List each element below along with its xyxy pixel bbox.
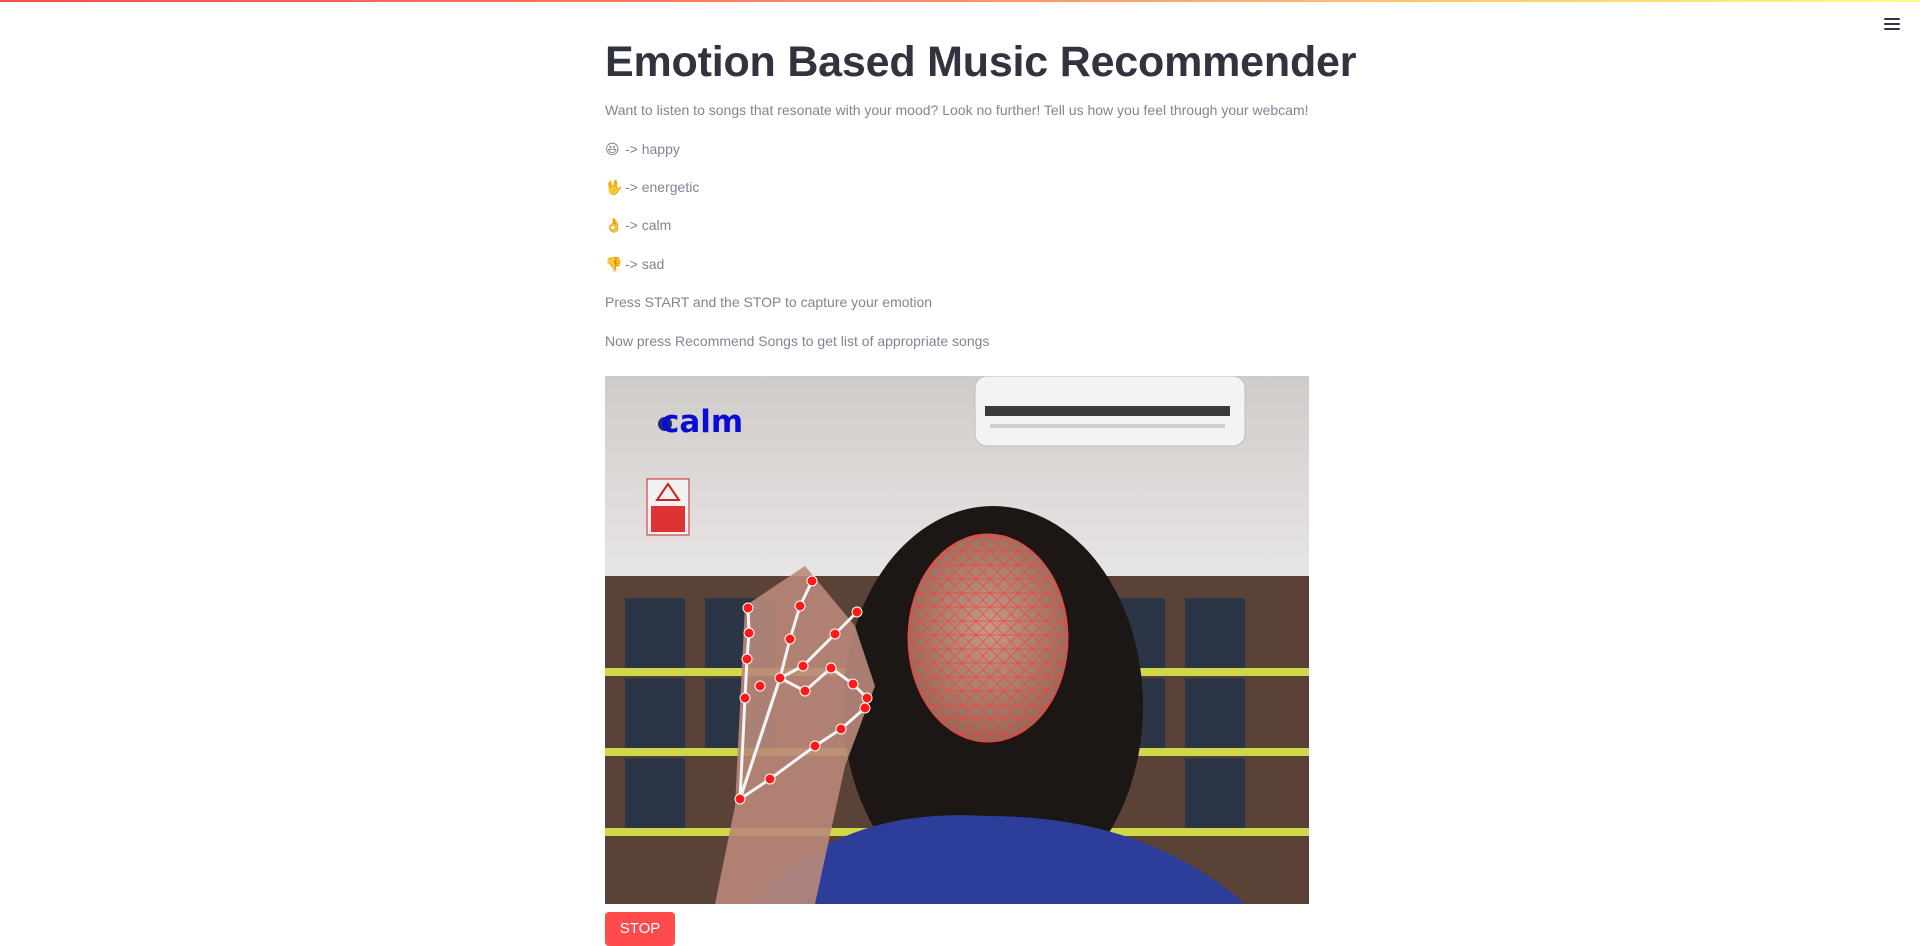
- emotion-label: calm: [661, 404, 743, 440]
- gesture-label: -> sad: [625, 256, 665, 272]
- instruction-capture: Press START and the STOP to capture your…: [605, 294, 933, 310]
- gesture-row-calm: 👌 -> calm: [605, 215, 671, 235]
- grinning-face-icon: 😆: [605, 141, 620, 157]
- vulcan-salute-icon: 🖖: [605, 179, 623, 195]
- gesture-row-energetic: 🖖 -> energetic: [605, 177, 699, 197]
- page-title: Emotion Based Music Recommender: [605, 38, 1357, 86]
- ok-hand-icon: 👌: [605, 217, 623, 233]
- webcam-video-frame: calm: [605, 376, 1309, 904]
- gesture-label: -> happy: [625, 141, 680, 157]
- top-decoration-bar: [0, 0, 1920, 2]
- hamburger-menu-icon: [1884, 18, 1900, 30]
- instruction-recommend: Now press Recommend Songs to get list of…: [605, 333, 990, 349]
- intro-text: Want to listen to songs that resonate wi…: [605, 102, 1309, 118]
- gesture-label: -> energetic: [625, 179, 700, 195]
- gesture-row-sad: 👎 -> sad: [605, 254, 664, 274]
- thumbs-down-icon: 👎: [605, 256, 623, 272]
- main-menu-button[interactable]: [1874, 10, 1910, 38]
- gesture-row-happy: 😆 -> happy: [605, 139, 680, 159]
- gesture-label: -> calm: [625, 217, 672, 233]
- stop-button[interactable]: STOP: [605, 912, 675, 946]
